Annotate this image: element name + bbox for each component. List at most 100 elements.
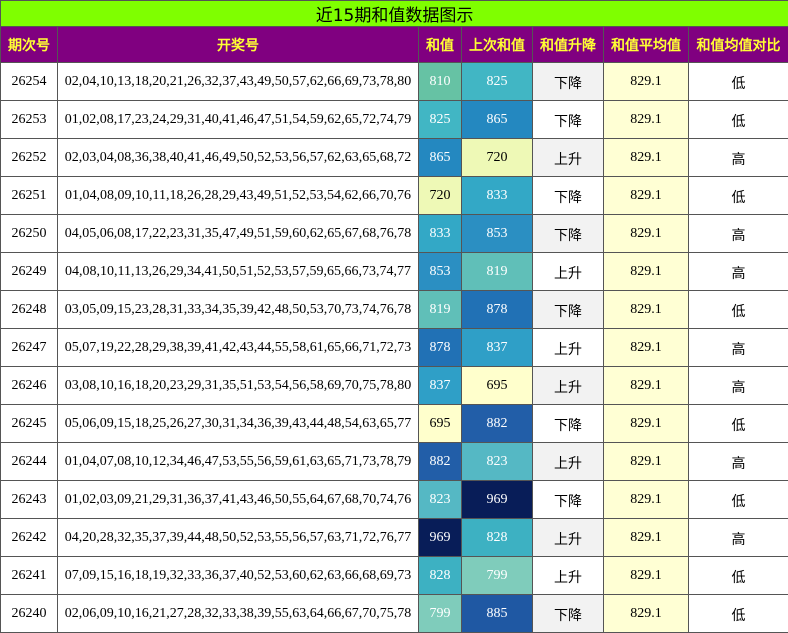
issue-cell: 26245 (1, 405, 58, 443)
direction-cell: 下降 (533, 177, 604, 215)
average-cell: 829.1 (604, 63, 689, 101)
direction-cell: 上升 (533, 557, 604, 595)
header-sum: 和值 (419, 27, 462, 63)
average-cell: 829.1 (604, 481, 689, 519)
table-row: 2624705,07,19,22,28,29,38,39,41,42,43,44… (1, 329, 788, 367)
draw-numbers-cell: 02,04,10,13,18,20,21,26,32,37,43,49,50,5… (58, 63, 419, 101)
compare-cell: 高 (689, 253, 788, 291)
average-cell: 829.1 (604, 329, 689, 367)
issue-cell: 26248 (1, 291, 58, 329)
prev-sum-cell: 823 (462, 443, 533, 481)
prev-sum-cell: 878 (462, 291, 533, 329)
direction-cell: 上升 (533, 519, 604, 557)
direction-cell: 上升 (533, 253, 604, 291)
header-prev-sum: 上次和值 (462, 27, 533, 63)
prev-sum-cell: 799 (462, 557, 533, 595)
prev-sum-cell: 885 (462, 595, 533, 633)
compare-cell: 低 (689, 101, 788, 139)
prev-sum-cell: 882 (462, 405, 533, 443)
prev-sum-cell: 969 (462, 481, 533, 519)
prev-sum-cell: 837 (462, 329, 533, 367)
compare-cell: 高 (689, 443, 788, 481)
compare-cell: 低 (689, 291, 788, 329)
average-cell: 829.1 (604, 405, 689, 443)
prev-sum-cell: 833 (462, 177, 533, 215)
issue-cell: 26241 (1, 557, 58, 595)
prev-sum-cell: 828 (462, 519, 533, 557)
sum-cell: 969 (419, 519, 462, 557)
draw-numbers-cell: 04,05,06,08,17,22,23,31,35,47,49,51,59,6… (58, 215, 419, 253)
table-row: 2625101,04,08,09,10,11,18,26,28,29,43,49… (1, 177, 788, 215)
table-row: 2624107,09,15,16,18,19,32,33,36,37,40,52… (1, 557, 788, 595)
direction-cell: 下降 (533, 481, 604, 519)
table-row: 2624505,06,09,15,18,25,26,27,30,31,34,36… (1, 405, 788, 443)
sum-cell: 819 (419, 291, 462, 329)
compare-cell: 高 (689, 139, 788, 177)
issue-cell: 26254 (1, 63, 58, 101)
compare-cell: 低 (689, 481, 788, 519)
issue-cell: 26243 (1, 481, 58, 519)
draw-numbers-cell: 04,20,28,32,35,37,39,44,48,50,52,53,55,5… (58, 519, 419, 557)
draw-numbers-cell: 05,06,09,15,18,25,26,27,30,31,34,36,39,4… (58, 405, 419, 443)
direction-cell: 上升 (533, 367, 604, 405)
direction-cell: 下降 (533, 63, 604, 101)
direction-cell: 上升 (533, 139, 604, 177)
issue-cell: 26251 (1, 177, 58, 215)
issue-cell: 26249 (1, 253, 58, 291)
sum-cell: 828 (419, 557, 462, 595)
table-row: 2625202,03,04,08,36,38,40,41,46,49,50,52… (1, 139, 788, 177)
draw-numbers-cell: 01,02,03,09,21,29,31,36,37,41,43,46,50,5… (58, 481, 419, 519)
compare-cell: 高 (689, 215, 788, 253)
draw-numbers-cell: 04,08,10,11,13,26,29,34,41,50,51,52,53,5… (58, 253, 419, 291)
sum-cell: 825 (419, 101, 462, 139)
draw-numbers-cell: 01,04,08,09,10,11,18,26,28,29,43,49,51,5… (58, 177, 419, 215)
table-title: 近15期和值数据图示 (1, 1, 788, 27)
average-cell: 829.1 (604, 101, 689, 139)
draw-numbers-cell: 05,07,19,22,28,29,38,39,41,42,43,44,55,5… (58, 329, 419, 367)
compare-cell: 低 (689, 405, 788, 443)
direction-cell: 下降 (533, 405, 604, 443)
direction-cell: 下降 (533, 215, 604, 253)
header-average: 和值平均值 (604, 27, 689, 63)
table-row: 2624904,08,10,11,13,26,29,34,41,50,51,52… (1, 253, 788, 291)
compare-cell: 低 (689, 177, 788, 215)
sum-cell: 695 (419, 405, 462, 443)
table-row: 2624204,20,28,32,35,37,39,44,48,50,52,53… (1, 519, 788, 557)
issue-cell: 26250 (1, 215, 58, 253)
prev-sum-cell: 819 (462, 253, 533, 291)
header-issue: 期次号 (1, 27, 58, 63)
draw-numbers-cell: 07,09,15,16,18,19,32,33,36,37,40,52,53,6… (58, 557, 419, 595)
sum-cell: 720 (419, 177, 462, 215)
average-cell: 829.1 (604, 291, 689, 329)
table-row: 2625402,04,10,13,18,20,21,26,32,37,43,49… (1, 63, 788, 101)
header-row: 期次号 开奖号 和值 上次和值 和值升降 和值平均值 和值均值对比 (1, 27, 788, 63)
table-row: 2625301,02,08,17,23,24,29,31,40,41,46,47… (1, 101, 788, 139)
average-cell: 829.1 (604, 253, 689, 291)
issue-cell: 26252 (1, 139, 58, 177)
direction-cell: 上升 (533, 443, 604, 481)
compare-cell: 高 (689, 519, 788, 557)
compare-cell: 高 (689, 329, 788, 367)
draw-numbers-cell: 03,05,09,15,23,28,31,33,34,35,39,42,48,5… (58, 291, 419, 329)
average-cell: 829.1 (604, 367, 689, 405)
draw-numbers-cell: 02,03,04,08,36,38,40,41,46,49,50,52,53,5… (58, 139, 419, 177)
sum-cell: 882 (419, 443, 462, 481)
compare-cell: 高 (689, 367, 788, 405)
average-cell: 829.1 (604, 557, 689, 595)
sum-value-table: 近15期和值数据图示 期次号 开奖号 和值 上次和值 和值升降 和值平均值 和值… (0, 0, 788, 633)
table-row: 2624603,08,10,16,18,20,23,29,31,35,51,53… (1, 367, 788, 405)
header-direction: 和值升降 (533, 27, 604, 63)
draw-numbers-cell: 03,08,10,16,18,20,23,29,31,35,51,53,54,5… (58, 367, 419, 405)
average-cell: 829.1 (604, 595, 689, 633)
sum-cell: 853 (419, 253, 462, 291)
compare-cell: 低 (689, 63, 788, 101)
sum-cell: 878 (419, 329, 462, 367)
compare-cell: 低 (689, 557, 788, 595)
prev-sum-cell: 865 (462, 101, 533, 139)
sum-cell: 810 (419, 63, 462, 101)
direction-cell: 下降 (533, 595, 604, 633)
direction-cell: 下降 (533, 291, 604, 329)
table-row: 2624401,04,07,08,10,12,34,46,47,53,55,56… (1, 443, 788, 481)
table-row: 2624002,06,09,10,16,21,27,28,32,33,38,39… (1, 595, 788, 633)
issue-cell: 26253 (1, 101, 58, 139)
